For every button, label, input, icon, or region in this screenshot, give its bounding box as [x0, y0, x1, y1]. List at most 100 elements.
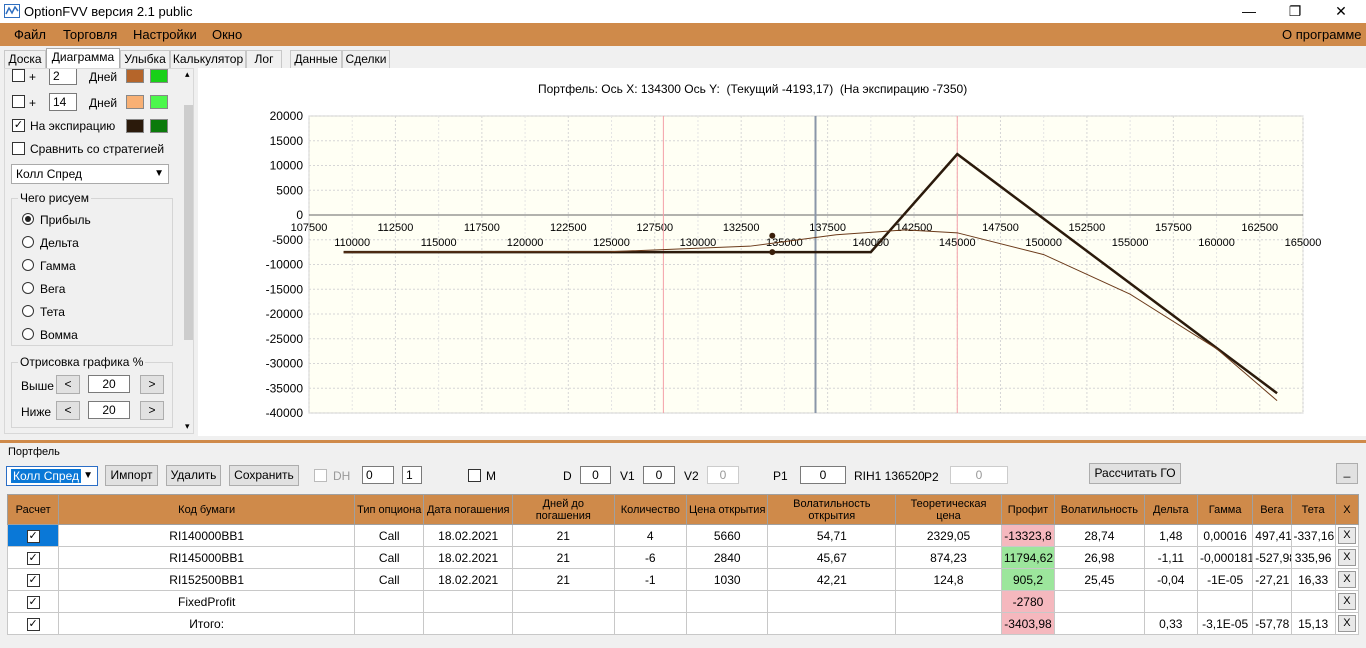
radio-theta[interactable] [22, 305, 34, 317]
menu-about[interactable]: О программе [1282, 27, 1362, 42]
import-button[interactable]: Импорт [105, 465, 158, 486]
m-checkbox[interactable] [468, 469, 481, 482]
below-increase-button[interactable]: > [140, 401, 164, 420]
table-row[interactable]: ✓ RI152500BB1 Call 18.02.2021 21 -1 1030 42,21 1… [6, 568, 1360, 591]
table-cell[interactable]: ✓ [6, 546, 60, 569]
tab-board[interactable]: Доска [4, 50, 46, 68]
menu-window[interactable]: Окно [212, 27, 242, 42]
column-header[interactable]: Тип опциона [354, 494, 425, 525]
scroll-up-icon[interactable]: ▴ [185, 69, 190, 80]
calc-checkbox[interactable]: ✓ [26, 552, 40, 565]
column-header[interactable]: Тета [1290, 494, 1336, 525]
save-button[interactable]: Сохранить [229, 465, 299, 486]
above-decrease-button[interactable]: < [56, 375, 80, 394]
close-button[interactable]: ✕ [1318, 0, 1364, 23]
p1-input[interactable]: 0 [800, 466, 846, 484]
column-header[interactable]: Код бумаги [58, 494, 356, 525]
table-cell[interactable]: X [1334, 568, 1360, 591]
below-decrease-button[interactable]: < [56, 401, 80, 420]
remove-row-button[interactable]: X [1337, 571, 1356, 588]
splitter[interactable] [0, 440, 1366, 443]
calc-checkbox[interactable]: ✓ [26, 618, 40, 631]
above-input[interactable]: 20 [88, 375, 130, 393]
radio-gamma[interactable] [22, 259, 34, 271]
remove-row-button[interactable]: X [1337, 593, 1356, 610]
days-14-input[interactable]: 14 [49, 93, 77, 111]
below-input[interactable]: 20 [88, 401, 130, 419]
column-header[interactable]: Профит [1000, 494, 1056, 525]
table-cell[interactable]: ✓ [6, 590, 60, 613]
column-header[interactable]: Гамма [1196, 494, 1254, 525]
column-header[interactable]: Расчет [6, 494, 60, 525]
profit-chart[interactable]: 20000 15000 10000 5000 0 -5000 -10000 -15000 -20… [198, 68, 1366, 436]
strategy-select[interactable]: Колл Спред ▼ [11, 164, 169, 184]
table-row[interactable]: ✓ RI140000BB1 Call 18.02.2021 21 4 5660 54,71 23… [6, 524, 1360, 547]
radio-vega[interactable] [22, 282, 34, 294]
d-input[interactable]: 0 [580, 466, 611, 484]
table-cell[interactable]: ✓ [6, 524, 60, 547]
days-2-input[interactable]: 2 [49, 69, 77, 85]
v2-input[interactable]: 0 [707, 466, 739, 484]
table-cell[interactable]: X [1334, 524, 1360, 547]
remove-row-button[interactable]: X [1337, 549, 1356, 566]
color-swatch[interactable] [126, 69, 144, 83]
p2-input[interactable]: 0 [950, 466, 1008, 484]
tab-data[interactable]: Данные [290, 50, 342, 68]
calc-checkbox[interactable]: ✓ [26, 596, 40, 609]
calculate-margin-button[interactable]: Рассчитать ГО [1089, 463, 1181, 484]
column-header[interactable]: Цена открытия [685, 494, 769, 525]
column-header[interactable]: Дельта [1143, 494, 1198, 525]
color-swatch[interactable] [150, 95, 168, 109]
table-cell[interactable]: ✓ [6, 612, 60, 635]
tab-diagram[interactable]: Диаграмма [46, 48, 120, 68]
expiration-checkbox[interactable]: ✓ [12, 119, 25, 132]
column-header[interactable]: Волатильность [1054, 494, 1145, 525]
column-header[interactable]: Волатильность открытия [767, 494, 897, 525]
column-header[interactable]: Вега [1252, 494, 1292, 525]
tab-log[interactable]: Лог [246, 50, 282, 68]
menu-file[interactable]: Файл [14, 27, 46, 42]
menu-trade[interactable]: Торговля [63, 27, 117, 42]
minimize-panel-button[interactable]: _ [1336, 463, 1358, 484]
calc-checkbox[interactable]: ✓ [26, 530, 40, 543]
calc-checkbox[interactable]: ✓ [26, 574, 40, 587]
column-header[interactable]: Количество [613, 494, 687, 525]
delete-button[interactable]: Удалить [166, 465, 221, 486]
column-header[interactable]: X [1334, 494, 1360, 525]
dh-checkbox[interactable] [314, 469, 327, 482]
tab-smile[interactable]: Улыбка [120, 50, 170, 68]
left-panel-scrollbar[interactable]: ▴ ▾ [183, 69, 193, 433]
table-row[interactable]: ✓ RI145000BB1 Call 18.02.2021 21 -6 2840 45,67 8… [6, 546, 1360, 569]
scroll-down-icon[interactable]: ▾ [185, 421, 190, 432]
remove-row-button[interactable]: X [1337, 615, 1356, 632]
tab-deals[interactable]: Сделки [342, 50, 390, 68]
radio-delta[interactable] [22, 236, 34, 248]
tab-calculator[interactable]: Калькулятор [170, 50, 246, 68]
radio-vomma[interactable] [22, 328, 34, 340]
portfolio-strategy-select[interactable]: Колл Спред ▼ [6, 466, 98, 486]
spin2-input[interactable]: 1 [402, 466, 422, 484]
compare-strategy-checkbox[interactable] [12, 142, 25, 155]
table-row[interactable]: ✓ FixedProfit -2780 X [6, 590, 1360, 613]
above-increase-button[interactable]: > [140, 375, 164, 394]
remove-row-button[interactable]: X [1337, 527, 1356, 544]
color-swatch[interactable] [150, 119, 168, 133]
table-cell[interactable]: X [1334, 546, 1360, 569]
color-swatch[interactable] [126, 95, 144, 109]
color-swatch[interactable] [126, 119, 144, 133]
radio-profit[interactable] [22, 213, 34, 225]
minimize-button[interactable]: — [1226, 0, 1272, 23]
color-swatch[interactable] [150, 69, 168, 83]
v1-input[interactable]: 0 [643, 466, 675, 484]
column-header[interactable]: Дата погашения [423, 494, 513, 525]
table-cell[interactable]: X [1334, 612, 1360, 635]
spin1-input[interactable]: 0 [362, 466, 394, 484]
column-header[interactable]: Дней до погашения [511, 494, 615, 525]
column-header[interactable]: Теоретическая цена [895, 494, 1002, 525]
menu-settings[interactable]: Настройки [133, 27, 197, 42]
table-row[interactable]: ✓ Итого: -3403,98 0,33 -3,1E-05 -57,78 15,13 X [6, 612, 1360, 635]
days-14-checkbox[interactable] [12, 95, 25, 108]
days-2-checkbox[interactable] [12, 69, 25, 82]
table-cell[interactable]: ✓ [6, 568, 60, 591]
table-cell[interactable]: X [1334, 590, 1360, 613]
